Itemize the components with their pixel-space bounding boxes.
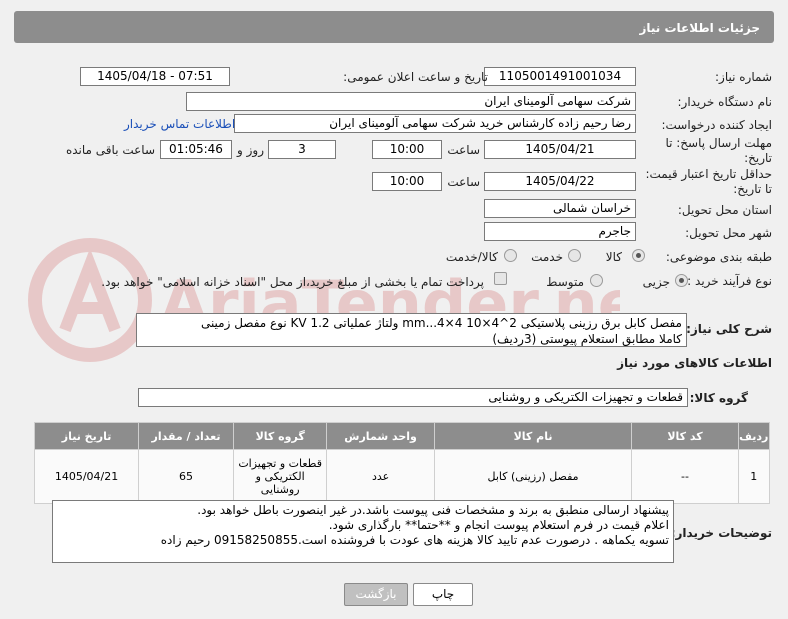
watermark-logo-icon: AriaTender.net: [28, 238, 620, 362]
reply-days-field: 3: [268, 140, 336, 159]
time-remaining-label: ساعت باقی مانده: [65, 143, 155, 157]
buyer-org-label: نام دستگاه خریدار:: [677, 95, 773, 109]
validity-time-field: 10:00: [372, 172, 442, 191]
reply-time-field: 10:00: [372, 140, 442, 159]
category-goods-radio[interactable]: [632, 249, 645, 262]
reply-deadline-label: مهلت ارسال پاسخ: تا تاریخ:: [665, 136, 772, 165]
announce-datetime-field: 1405/04/18 - 07:51: [80, 67, 230, 86]
goods-group-field: قطعات و تجهیزات الکتریکی و روشنایی: [138, 388, 688, 407]
goods-table: ردیف کد کالا نام کالا واحد شمارش گروه کا…: [33, 422, 771, 504]
back-button[interactable]: بازگشت: [344, 583, 408, 606]
col-header-need-date: تاریخ نیاز: [33, 422, 140, 450]
days-and-label: روز و: [237, 143, 264, 157]
buyer-org-field: شرکت سهامی آلومینای ایران: [186, 92, 636, 111]
price-validity-label: حداقل تاریخ اعتبار قیمت: تا تاریخ:: [645, 167, 772, 196]
table-header-row: ردیف کد کالا نام کالا واحد شمارش گروه کا…: [33, 422, 771, 450]
reply-date-field: 1405/04/21: [484, 140, 636, 159]
category-service-label: خدمت: [531, 250, 563, 264]
print-button[interactable]: چاپ: [413, 583, 473, 606]
cell-quantity: 65: [138, 449, 234, 504]
treasury-payment-checkbox[interactable]: [494, 272, 507, 285]
buyer-notes-textarea[interactable]: پیشنهاد ارسالی منطبق به برند و مشخصات فن…: [52, 500, 674, 563]
validity-date-field: 1405/04/22: [484, 172, 636, 191]
category-goods-service-label: کالا/خدمت: [445, 250, 498, 264]
cell-goods-name: مفصل (رزینی) کابل: [433, 449, 633, 504]
requester-label: ایجاد کننده درخواست:: [661, 118, 772, 132]
cell-row-number: 1: [737, 449, 771, 504]
remaining-time-field: 01:05:46: [160, 140, 232, 159]
category-label: طبقه بندی موضوعی:: [665, 250, 772, 264]
general-desc-label: شرح کلی نیاز:: [686, 322, 772, 336]
process-minor-radio[interactable]: [675, 274, 688, 287]
category-goods-label: کالا: [605, 250, 622, 264]
province-field: خراسان شمالی: [484, 199, 636, 218]
cell-goods-code: --: [631, 449, 739, 504]
general-desc-textarea[interactable]: مفصل کابل برق رزینی پلاستیکی 2^4×10 mm..…: [136, 313, 687, 347]
col-header-goods-code: کد کالا: [631, 422, 739, 450]
need-number-label: شماره نیاز:: [715, 70, 772, 84]
table-row[interactable]: 1 -- مفصل (رزینی) کابل عدد قطعات و تجهیز…: [33, 449, 771, 504]
province-label: استان محل تحویل:: [677, 203, 772, 217]
process-minor-label: جزیی: [642, 275, 670, 289]
page-frame: جزئیات اطلاعات نیاز AriaTender.net شماره…: [0, 0, 788, 619]
announce-datetime-label: تاریخ و ساعت اعلان عمومی:: [343, 70, 488, 84]
city-label: شهر محل تحویل:: [685, 226, 772, 240]
col-header-goods-name: نام کالا: [433, 422, 633, 450]
process-medium-radio[interactable]: [590, 274, 603, 287]
buyer-notes-line: پیشنهاد ارسالی منطبق به برند و مشخصات فن…: [197, 503, 669, 517]
goods-group-label: گروه کالا:: [689, 391, 748, 405]
cell-goods-group: قطعات و تجهیزات الکتریکی و روشنایی: [232, 449, 328, 504]
validity-time-label: ساعت: [447, 175, 480, 189]
general-desc-line: کاملا مطابق استعلام پیوستی (3ردیف): [492, 332, 682, 346]
process-medium-label: متوسط: [546, 275, 584, 289]
category-service-radio[interactable]: [568, 249, 581, 262]
buyer-notes-line: اعلام قیمت در فرم استعلام پیوست انجام و …: [328, 518, 669, 532]
col-header-goods-group: گروه کالا: [232, 422, 328, 450]
buyer-contact-link[interactable]: اطلاعات تماس خریدار: [124, 117, 235, 131]
col-header-row-number: ردیف: [737, 422, 771, 450]
page-title: جزئیات اطلاعات نیاز: [14, 11, 774, 43]
city-field: جاجرم: [484, 222, 636, 241]
category-goods-service-radio[interactable]: [504, 249, 517, 262]
general-desc-line: مفصل کابل برق رزینی پلاستیکی 2^4×10 mm..…: [200, 316, 682, 330]
requester-field: رضا رحیم زاده کارشناس خرید شرکت سهامی آل…: [234, 114, 636, 133]
process-type-label: نوع فرآیند خرید :: [687, 274, 772, 288]
cell-unit: عدد: [326, 449, 435, 504]
reply-time-label: ساعت: [447, 143, 480, 157]
col-header-quantity: تعداد / مقدار: [138, 422, 234, 450]
treasury-note: پرداخت تمام یا بخشی از مبلغ خرید،از محل …: [101, 275, 484, 289]
goods-info-heading: اطلاعات کالاهای مورد نیاز: [617, 356, 772, 370]
buyer-notes-label: توضیحات خریدار:: [670, 526, 772, 540]
cell-need-date: 1405/04/21: [33, 449, 140, 504]
buyer-notes-line: تسویه یکماهه . درصورت عدم تایید کالا هزی…: [160, 533, 669, 547]
col-header-unit: واحد شمارش: [326, 422, 435, 450]
need-number-field: 1105001491001034: [484, 67, 636, 86]
